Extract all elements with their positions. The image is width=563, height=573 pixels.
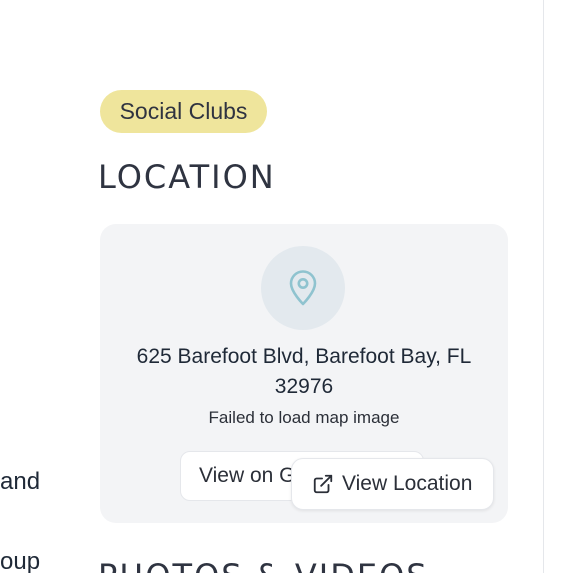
photos-videos-heading: PHOTOS & VIDEOS — [98, 556, 429, 573]
description-text-fragment-2-label: oup — [0, 556, 41, 573]
category-badge: Social Clubs — [100, 90, 267, 133]
column-divider — [543, 0, 544, 573]
location-heading: LOCATION — [98, 158, 276, 196]
page: and oup Social Clubs LOCATION 625 Barefo… — [0, 0, 563, 573]
external-link-icon — [312, 473, 334, 495]
address-line-1: 625 Barefoot Blvd, Barefoot Bay, FL — [136, 345, 472, 368]
view-location-label: View Location — [342, 472, 473, 495]
view-location-button[interactable]: View Location — [291, 458, 494, 510]
description-text-fragment: and — [0, 468, 41, 495]
photos-videos-heading-label: PHOTOS & VIDEOS — [98, 556, 429, 573]
address: 625 Barefoot Blvd, Barefoot Bay, FL 3297… — [100, 342, 508, 402]
location-card: 625 Barefoot Blvd, Barefoot Bay, FL 3297… — [100, 224, 508, 523]
description-text-fragment-2: oup — [0, 556, 40, 573]
address-line-2: 32976 — [274, 375, 334, 398]
map-error-message: Failed to load map image — [208, 408, 400, 427]
map-pin-icon — [261, 246, 345, 330]
